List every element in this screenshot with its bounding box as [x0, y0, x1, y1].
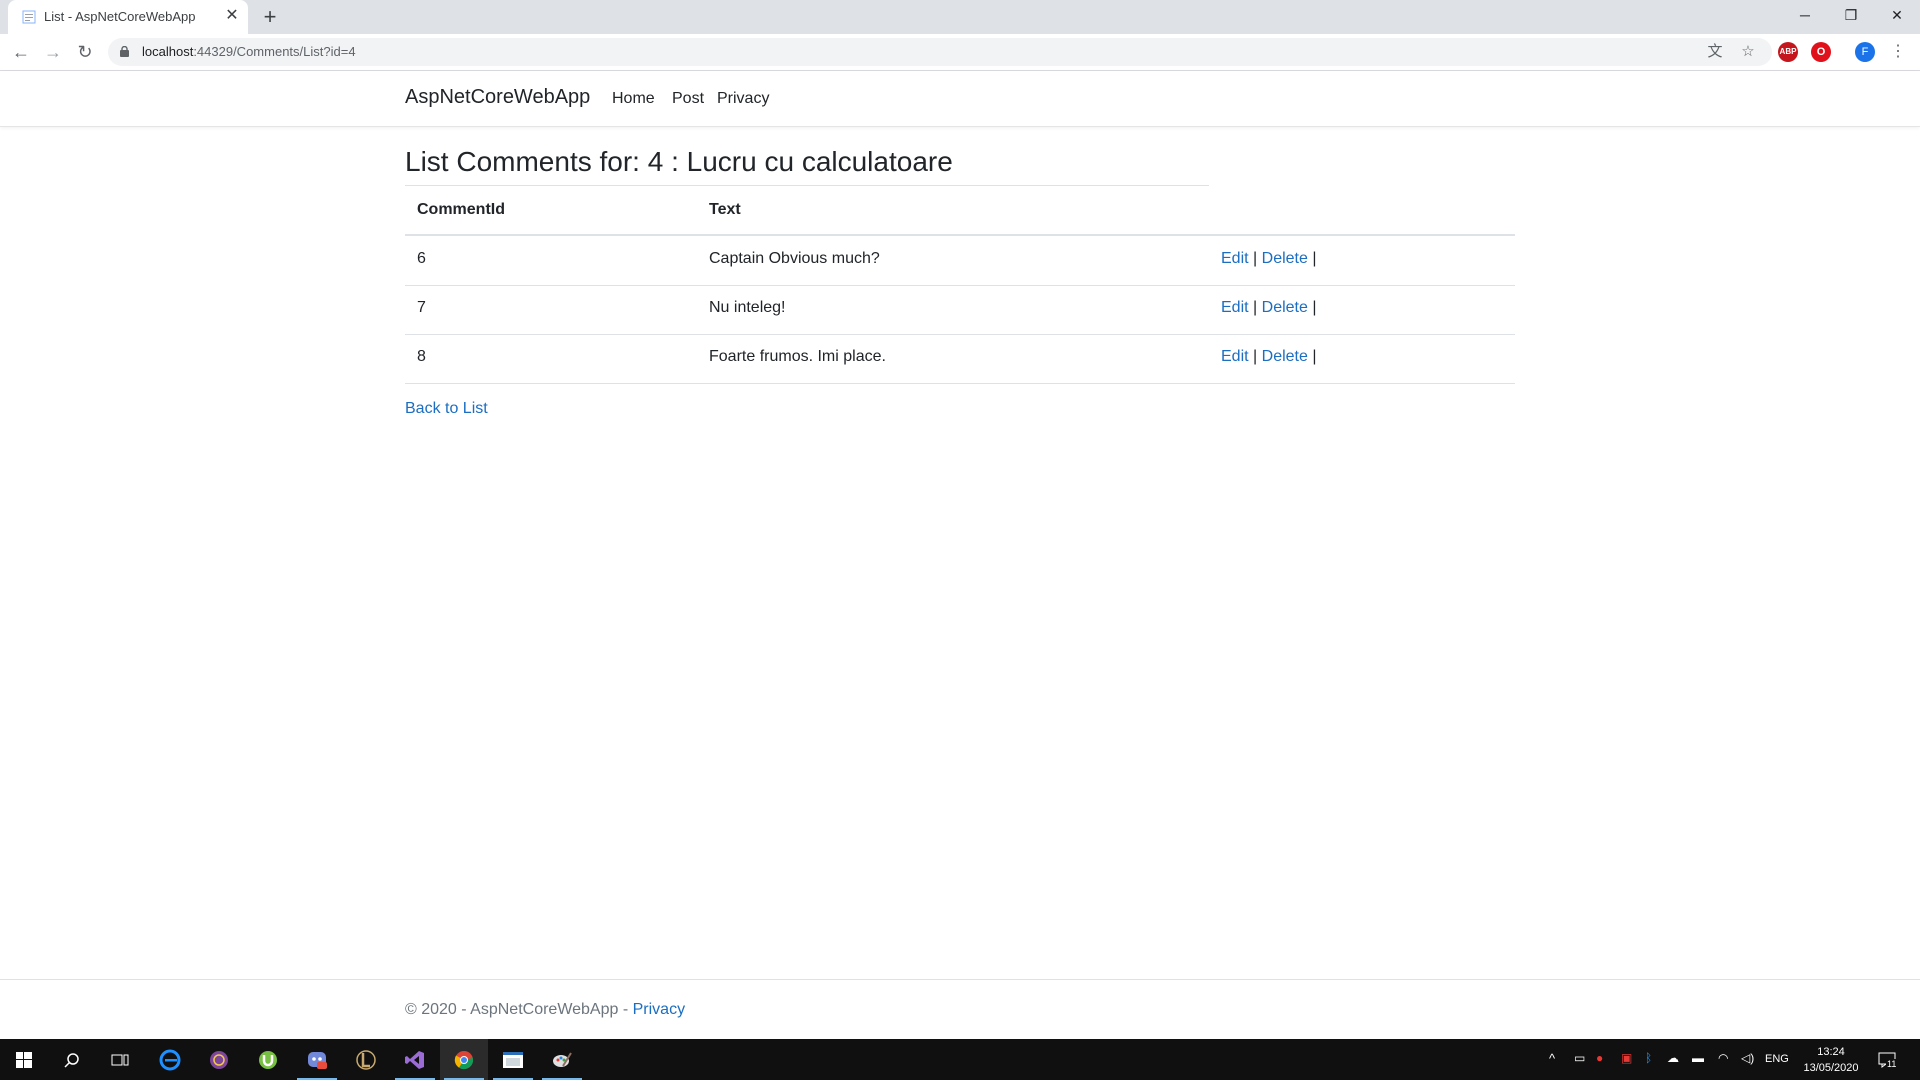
site-navbar: AspNetCoreWebApp Home Post Privacy — [0, 71, 1920, 127]
start-button[interactable] — [0, 1039, 48, 1080]
heading-divider — [405, 185, 1209, 186]
browser-menu-icon[interactable]: ⋮ — [1888, 42, 1908, 62]
show-hidden-icons-chevron-icon[interactable]: ^ — [1549, 1051, 1555, 1066]
tab-title: List - AspNetCoreWebApp — [44, 9, 196, 24]
paint-app-icon[interactable] — [538, 1039, 586, 1080]
page-favicon-icon — [22, 10, 36, 24]
onedrive-cloud-icon[interactable]: ☁ — [1667, 1051, 1679, 1065]
browser-tab[interactable]: List - AspNetCoreWebApp ✕ — [8, 0, 248, 34]
nav-home-link[interactable]: Home — [612, 90, 655, 108]
adblock-extension-icon[interactable]: ABP — [1778, 42, 1798, 62]
tray-app-icon[interactable]: ● — [1596, 1051, 1603, 1065]
league-of-legends-icon[interactable] — [342, 1039, 390, 1080]
window-restore-button[interactable]: ❐ — [1828, 0, 1874, 30]
tray-security-icon[interactable]: ▣ — [1621, 1051, 1632, 1065]
edit-link[interactable]: Edit — [1221, 348, 1249, 365]
tab-close-icon[interactable]: ✕ — [222, 6, 242, 26]
battery-icon[interactable]: ▬ — [1692, 1051, 1704, 1065]
copyright-text: © 2020 - AspNetCoreWebApp - — [405, 1001, 633, 1018]
comment-text-cell: Foarte frumos. Imi place. — [709, 348, 886, 365]
delete-link[interactable]: Delete — [1262, 348, 1308, 365]
table-row: 7 Nu inteleg! Edit | Delete | — [405, 285, 1515, 335]
page-viewport: AspNetCoreWebApp Home Post Privacy List … — [0, 71, 1920, 1040]
forward-button[interactable]: → — [41, 40, 65, 64]
address-bar[interactable]: localhost:44329/Comments/List?id=4 文 ☆ — [108, 38, 1772, 66]
translate-icon[interactable]: 文 — [1706, 43, 1724, 61]
footer-privacy-link[interactable]: Privacy — [633, 1001, 685, 1018]
row-actions: Edit | Delete | — [1221, 348, 1317, 366]
lock-icon[interactable] — [120, 46, 129, 57]
utorrent-icon[interactable] — [244, 1039, 292, 1080]
delete-link[interactable]: Delete — [1262, 250, 1308, 267]
nav-post-link[interactable]: Post — [672, 90, 704, 108]
site-footer: © 2020 - AspNetCoreWebApp - Privacy — [0, 979, 1920, 1040]
column-header-text: Text — [709, 201, 741, 218]
comment-id-cell: 6 — [417, 250, 426, 267]
back-to-list-link[interactable]: Back to List — [405, 400, 488, 418]
table-row: 6 Captain Obvious much? Edit | Delete | — [405, 236, 1515, 286]
action-center-icon[interactable]: 11 — [1876, 1049, 1898, 1071]
edit-link[interactable]: Edit — [1221, 250, 1249, 267]
windows-taskbar: ^ ▭ ● ▣ ᛒ ☁ ▬ ◠ ◁) ENG 13:24 13/05/2020 … — [0, 1039, 1920, 1080]
language-indicator[interactable]: ENG — [1765, 1053, 1789, 1065]
opera-extension-icon[interactable]: O — [1811, 42, 1831, 62]
notification-count-badge: 11 — [1886, 1059, 1898, 1069]
comment-text-cell: Captain Obvious much? — [709, 250, 880, 267]
notepad-app-icon[interactable] — [489, 1039, 537, 1080]
profile-avatar[interactable]: F — [1855, 42, 1875, 62]
reload-button[interactable]: ↻ — [73, 40, 97, 64]
new-tab-button[interactable]: + — [258, 5, 282, 29]
back-button[interactable]: ← — [9, 40, 33, 64]
windows-logo-icon — [16, 1052, 32, 1069]
action-separator: | — [1312, 250, 1317, 267]
row-actions: Edit | Delete | — [1221, 250, 1317, 268]
task-view-icon[interactable] — [96, 1039, 144, 1080]
browser-toolbar: ← → ↻ localhost:44329/Comments/List?id=4… — [0, 34, 1920, 71]
action-separator: | — [1253, 348, 1258, 365]
site-brand-link[interactable]: AspNetCoreWebApp — [405, 86, 590, 109]
clock-time: 13:24 — [1817, 1046, 1845, 1058]
discord-icon[interactable] — [293, 1039, 341, 1080]
chrome-icon[interactable] — [440, 1039, 488, 1080]
action-separator: | — [1253, 299, 1258, 316]
footer-text: © 2020 - AspNetCoreWebApp - Privacy — [405, 1001, 685, 1019]
bookmark-star-icon[interactable]: ☆ — [1739, 43, 1757, 61]
search-icon[interactable] — [48, 1039, 96, 1080]
row-actions: Edit | Delete | — [1221, 299, 1317, 317]
action-separator: | — [1312, 299, 1317, 316]
nav-privacy-link[interactable]: Privacy — [717, 90, 769, 108]
tor-browser-icon[interactable] — [195, 1039, 243, 1080]
window-close-button[interactable]: ✕ — [1874, 0, 1920, 30]
clock-date: 13/05/2020 — [1803, 1062, 1859, 1074]
comment-id-cell: 7 — [417, 299, 426, 316]
window-minimize-button[interactable]: ─ — [1782, 0, 1828, 30]
wifi-icon[interactable]: ◠ — [1718, 1051, 1728, 1065]
clock[interactable]: 13:24 13/05/2020 — [1800, 1044, 1862, 1076]
comment-text-cell: Nu inteleg! — [709, 299, 786, 316]
url-text[interactable]: localhost:44329/Comments/List?id=4 — [142, 44, 356, 59]
table-row: 8 Foarte frumos. Imi place. Edit | Delet… — [405, 334, 1515, 384]
bluetooth-icon[interactable]: ᛒ — [1645, 1051, 1652, 1065]
browser-tabstrip: List - AspNetCoreWebApp ✕ + ─ ❐ ✕ — [0, 0, 1920, 34]
visual-studio-icon[interactable] — [391, 1039, 439, 1080]
edge-browser-icon[interactable] — [146, 1039, 194, 1080]
comment-id-cell: 8 — [417, 348, 426, 365]
column-header-commentid: CommentId — [417, 201, 505, 218]
edit-link[interactable]: Edit — [1221, 299, 1249, 316]
action-separator: | — [1253, 250, 1258, 267]
tray-app-icon[interactable]: ▭ — [1574, 1051, 1585, 1065]
action-separator: | — [1312, 348, 1317, 365]
volume-icon[interactable]: ◁) — [1741, 1051, 1754, 1065]
page-title: List Comments for: 4 : Lucru cu calculat… — [405, 146, 953, 177]
delete-link[interactable]: Delete — [1262, 299, 1308, 316]
